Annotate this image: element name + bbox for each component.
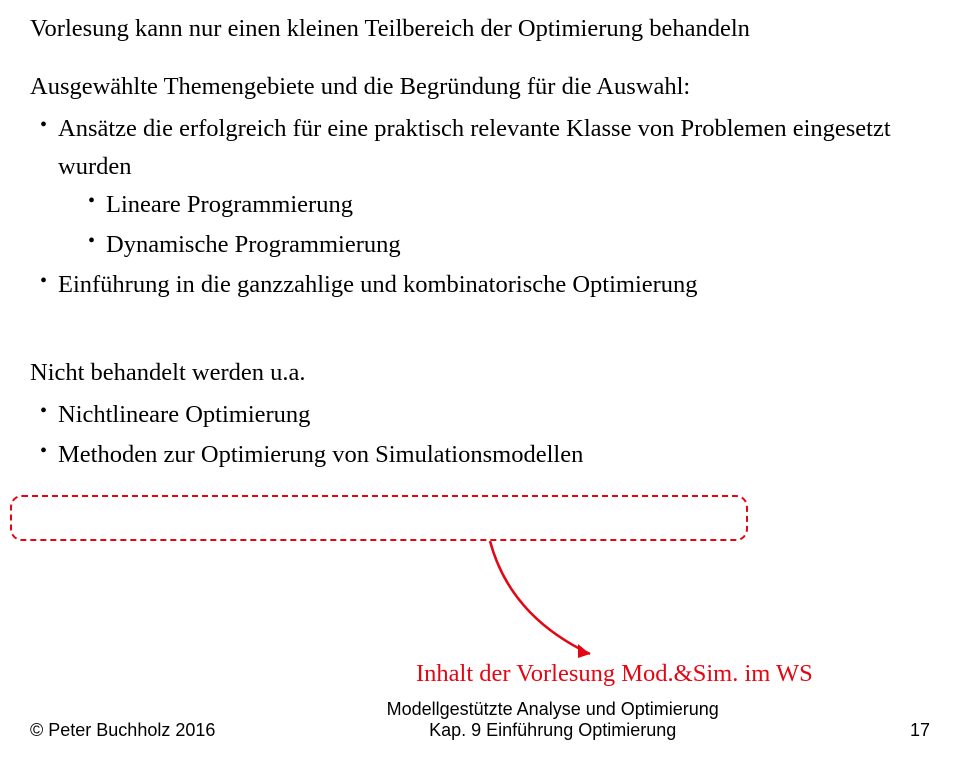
- list-item-text: Nichtlineare Optimierung: [58, 401, 310, 428]
- footer-title-line2: Kap. 9 Einführung Optimierung: [215, 720, 890, 741]
- list-item: Nichtlineare Optimierung: [40, 396, 930, 434]
- list-item: Methoden zur Optimierung von Simulations…: [40, 436, 930, 474]
- footer-title: Modellgestützte Analyse und Optimierung …: [215, 699, 890, 741]
- highlight-box: [10, 495, 748, 541]
- copyright-symbol: ©: [30, 720, 43, 740]
- slide-footer: © Peter Buchholz 2016 Modellgestützte An…: [30, 699, 930, 741]
- list-item: Dynamische Programmierung: [88, 226, 930, 264]
- list-item-text: Methoden zur Optimierung von Simulations…: [58, 441, 583, 468]
- footer-title-line1: Modellgestützte Analyse und Optimierung: [215, 699, 890, 720]
- list-item: Einführung in die ganzzahlige und kombin…: [40, 266, 930, 304]
- list-item-text: Ansätze die erfolgreich für eine praktis…: [58, 115, 891, 180]
- red-annotation: Inhalt der Vorlesung Mod.&Sim. im WS: [416, 660, 813, 688]
- bullet-list-level2: Lineare Programmierung Dynamische Progra…: [58, 186, 930, 264]
- not-handled-list: Nichtlineare Optimierung Methoden zur Op…: [30, 396, 930, 474]
- arrow-icon: [480, 536, 610, 666]
- intro-text-1: Vorlesung kann nur einen kleinen Teilber…: [30, 10, 930, 48]
- list-item-text: Einführung in die ganzzahlige und kombin…: [58, 271, 698, 298]
- footer-author: Peter Buchholz 2016: [43, 720, 215, 740]
- intro-text-2: Ausgewählte Themengebiete und die Begrün…: [30, 68, 930, 106]
- list-item: Ansätze die erfolgreich für eine praktis…: [40, 110, 930, 264]
- footer-pagenum: 17: [890, 720, 930, 741]
- list-item-text: Dynamische Programmierung: [106, 231, 401, 258]
- not-handled-heading: Nicht behandelt werden u.a.: [30, 354, 930, 392]
- list-item: Lineare Programmierung: [88, 186, 930, 224]
- list-item-text: Lineare Programmierung: [106, 191, 353, 218]
- bullet-list-level1: Ansätze die erfolgreich für eine praktis…: [30, 110, 930, 304]
- footer-copyright: © Peter Buchholz 2016: [30, 720, 215, 741]
- slide-content: Vorlesung kann nur einen kleinen Teilber…: [0, 0, 960, 757]
